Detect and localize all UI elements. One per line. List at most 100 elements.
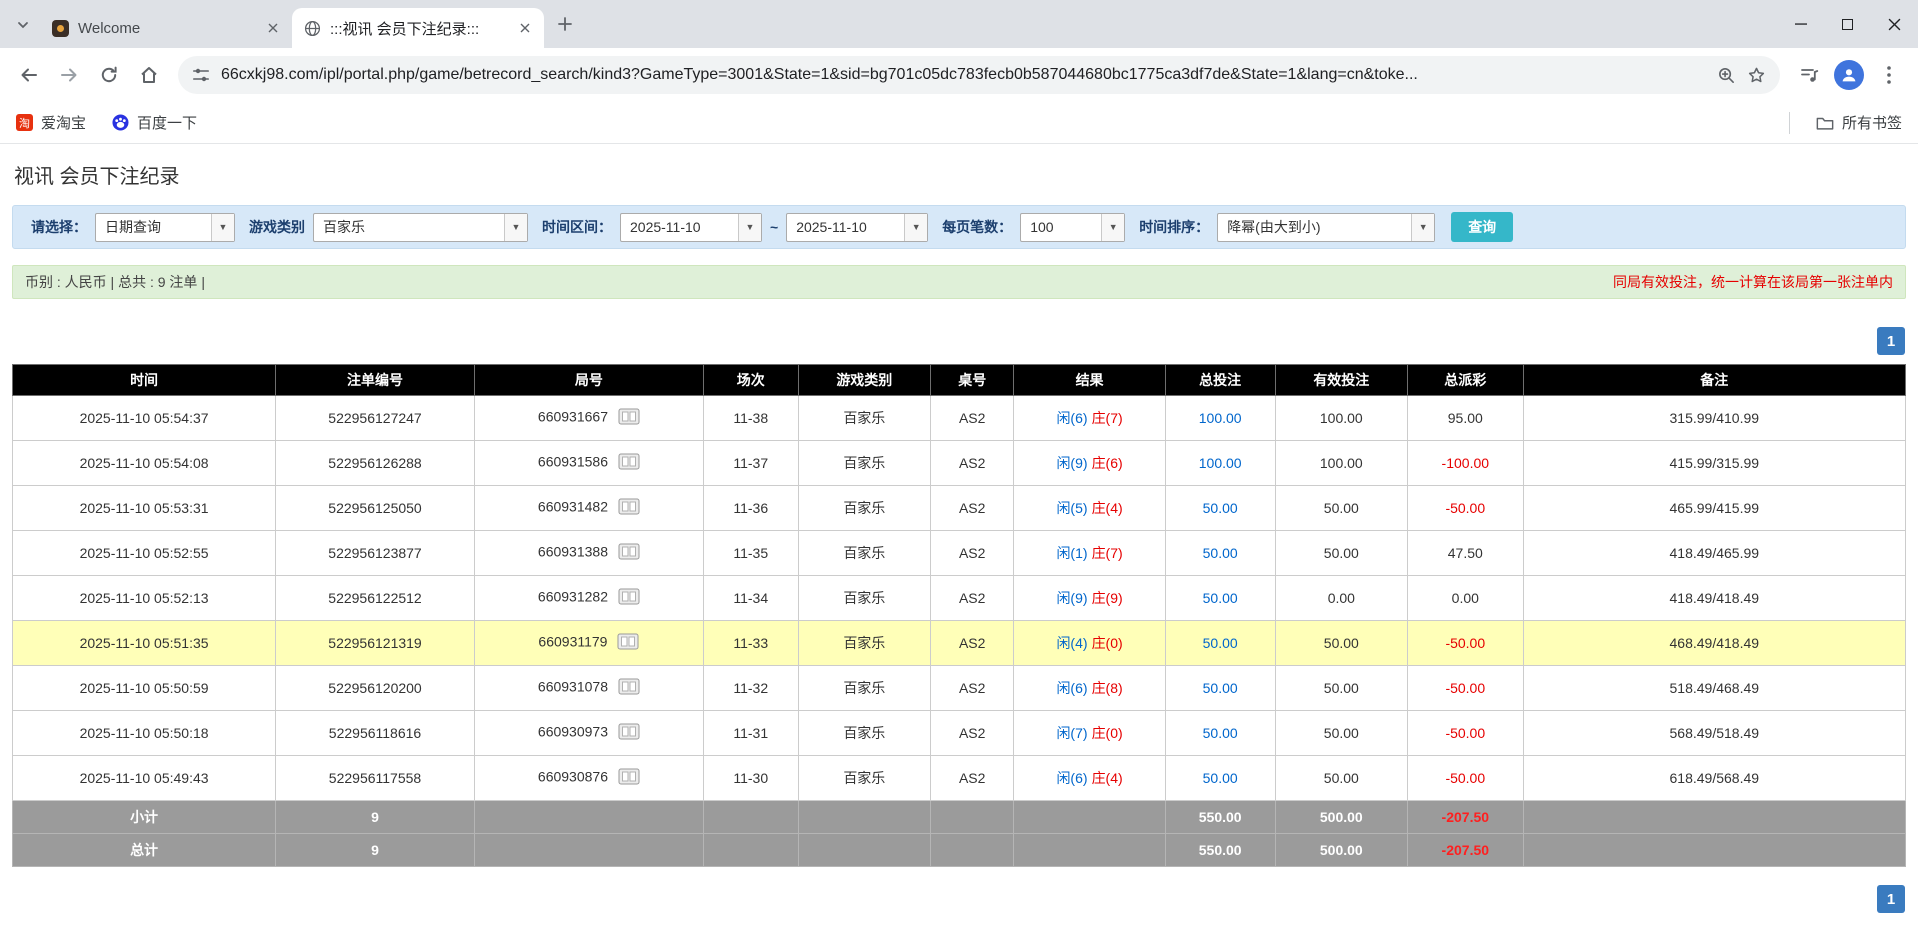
tab-welcome[interactable]: Welcome xyxy=(40,8,292,48)
cell-bet-id: 522956120200 xyxy=(276,666,475,711)
chevron-down-icon: ▼ xyxy=(738,214,761,241)
cell-round: 660930876 xyxy=(474,756,703,801)
browser-menu-button[interactable] xyxy=(1870,56,1908,94)
url-bar[interactable]: 66cxkj98.com/ipl/portal.php/game/betreco… xyxy=(178,56,1780,94)
folder-icon xyxy=(1816,115,1834,131)
cell-table-no: AS2 xyxy=(931,486,1014,531)
cell-note: 418.49/465.99 xyxy=(1523,531,1905,576)
cell-table-no: AS2 xyxy=(931,441,1014,486)
round-result-icon[interactable] xyxy=(618,408,640,428)
total-bet-link[interactable]: 50.00 xyxy=(1203,725,1238,741)
cell-round: 660931282 xyxy=(474,576,703,621)
cell-session: 11-34 xyxy=(703,576,798,621)
chevron-down-icon: ▼ xyxy=(1101,214,1124,241)
bookmark-star-icon[interactable] xyxy=(1747,66,1766,85)
cell-note: 418.49/418.49 xyxy=(1523,576,1905,621)
media-controls-button[interactable] xyxy=(1790,56,1828,94)
cell-note: 465.99/415.99 xyxy=(1523,486,1905,531)
cell-valid-bet: 50.00 xyxy=(1275,666,1408,711)
zoom-icon[interactable] xyxy=(1717,66,1736,85)
bookmark-baidu[interactable]: 百度一下 xyxy=(112,112,197,133)
cell-result: 闲(9)庄(6) xyxy=(1014,441,1165,486)
page-1-button[interactable]: 1 xyxy=(1877,327,1905,355)
total-bet-link[interactable]: 50.00 xyxy=(1203,770,1238,786)
new-tab-button[interactable] xyxy=(550,9,580,39)
cell-note: 518.49/468.49 xyxy=(1523,666,1905,711)
table-row[interactable]: 2025-11-10 05:49:43 522956117558 6609308… xyxy=(13,756,1906,801)
profile-button[interactable] xyxy=(1830,56,1868,94)
back-button[interactable] xyxy=(10,56,48,94)
sort-select[interactable]: 降幂(由大到小) ▼ xyxy=(1217,213,1435,242)
total-bet-link[interactable]: 50.00 xyxy=(1203,500,1238,516)
query-type-select[interactable]: 日期查询 ▼ xyxy=(95,213,235,242)
cell-result: 闲(6)庄(7) xyxy=(1014,396,1165,441)
total-bet-link[interactable]: 100.00 xyxy=(1199,455,1242,471)
site-controls-icon[interactable] xyxy=(192,66,210,84)
bookmark-aitaobao[interactable]: 淘 爱淘宝 xyxy=(16,112,86,133)
table-row[interactable]: 2025-11-10 05:52:55 522956123877 6609313… xyxy=(13,531,1906,576)
total-bet-link[interactable]: 100.00 xyxy=(1199,410,1242,426)
pagination-top: 1 xyxy=(13,327,1905,355)
bookmark-label: 百度一下 xyxy=(137,112,197,133)
table-row[interactable]: 2025-11-10 05:52:13 522956122512 6609312… xyxy=(13,576,1906,621)
cell-time: 2025-11-10 05:51:35 xyxy=(13,621,276,666)
cell-note: 618.49/568.49 xyxy=(1523,756,1905,801)
cell-round: 660931179 xyxy=(474,621,703,666)
result-banker: 庄(7) xyxy=(1092,410,1123,426)
footer-valid-bet: 500.00 xyxy=(1275,801,1408,834)
game-type-select[interactable]: 百家乐 ▼ xyxy=(313,213,528,242)
date-from-select[interactable]: 2025-11-10 ▼ xyxy=(620,213,762,242)
home-button[interactable] xyxy=(130,56,168,94)
total-bet-link[interactable]: 50.00 xyxy=(1203,680,1238,696)
cell-result: 闲(7)庄(0) xyxy=(1014,711,1165,756)
round-result-icon[interactable] xyxy=(618,768,640,788)
filter-bar: 请选择： 日期查询 ▼ 游戏类别 百家乐 ▼ 时间区间： 2025-11-10 … xyxy=(12,205,1906,249)
cell-note: 315.99/410.99 xyxy=(1523,396,1905,441)
window-controls xyxy=(1777,0,1918,48)
page-1-button[interactable]: 1 xyxy=(1877,885,1905,913)
cell-session: 11-38 xyxy=(703,396,798,441)
minimize-button[interactable] xyxy=(1777,0,1824,48)
back-icon xyxy=(19,65,39,85)
table-row[interactable]: 2025-11-10 05:51:35 522956121319 6609311… xyxy=(13,621,1906,666)
result-player: 闲(1) xyxy=(1056,545,1087,561)
table-row[interactable]: 2025-11-10 05:53:31 522956125050 6609314… xyxy=(13,486,1906,531)
round-result-icon[interactable] xyxy=(618,498,640,518)
search-button[interactable]: 查询 xyxy=(1451,212,1513,242)
table-row[interactable]: 2025-11-10 05:54:37 522956127247 6609316… xyxy=(13,396,1906,441)
round-result-icon[interactable] xyxy=(618,543,640,563)
summary-notice-text: 同局有效投注，统一计算在该局第一张注单内 xyxy=(1613,272,1893,292)
url-text[interactable]: 66cxkj98.com/ipl/portal.php/game/betreco… xyxy=(221,66,1706,84)
cell-result: 闲(1)庄(7) xyxy=(1014,531,1165,576)
all-bookmarks-button[interactable]: 所有书签 xyxy=(1816,112,1902,133)
round-result-icon[interactable] xyxy=(618,723,640,743)
result-banker: 庄(9) xyxy=(1092,590,1123,606)
date-to-select[interactable]: 2025-11-10 ▼ xyxy=(786,213,928,242)
per-page-select[interactable]: 100 ▼ xyxy=(1020,213,1125,242)
table-row[interactable]: 2025-11-10 05:50:59 522956120200 6609310… xyxy=(13,666,1906,711)
maximize-button[interactable] xyxy=(1824,0,1871,48)
forward-button[interactable] xyxy=(50,56,88,94)
footer-count: 9 xyxy=(276,834,475,867)
cell-game-type: 百家乐 xyxy=(798,756,931,801)
total-bet-link[interactable]: 50.00 xyxy=(1203,635,1238,651)
cell-session: 11-36 xyxy=(703,486,798,531)
close-window-button[interactable] xyxy=(1871,0,1918,48)
round-result-icon[interactable] xyxy=(617,633,639,653)
browser-toolbar: 66cxkj98.com/ipl/portal.php/game/betreco… xyxy=(0,48,1918,102)
round-result-icon[interactable] xyxy=(618,678,640,698)
total-bet-link[interactable]: 50.00 xyxy=(1203,545,1238,561)
tab-close-button[interactable] xyxy=(516,19,534,37)
round-result-icon[interactable] xyxy=(618,588,640,608)
cell-valid-bet: 50.00 xyxy=(1275,711,1408,756)
tab-close-button[interactable] xyxy=(264,19,282,37)
tab-betrecord[interactable]: :::视讯 会员下注纪录::: xyxy=(292,8,544,48)
table-row[interactable]: 2025-11-10 05:50:18 522956118616 6609309… xyxy=(13,711,1906,756)
cell-time: 2025-11-10 05:49:43 xyxy=(13,756,276,801)
total-bet-link[interactable]: 50.00 xyxy=(1203,590,1238,606)
table-row[interactable]: 2025-11-10 05:54:08 522956126288 6609315… xyxy=(13,441,1906,486)
round-result-icon[interactable] xyxy=(618,453,640,473)
reload-button[interactable] xyxy=(90,56,128,94)
cell-valid-bet: 0.00 xyxy=(1275,576,1408,621)
tab-search-button[interactable] xyxy=(8,10,38,40)
